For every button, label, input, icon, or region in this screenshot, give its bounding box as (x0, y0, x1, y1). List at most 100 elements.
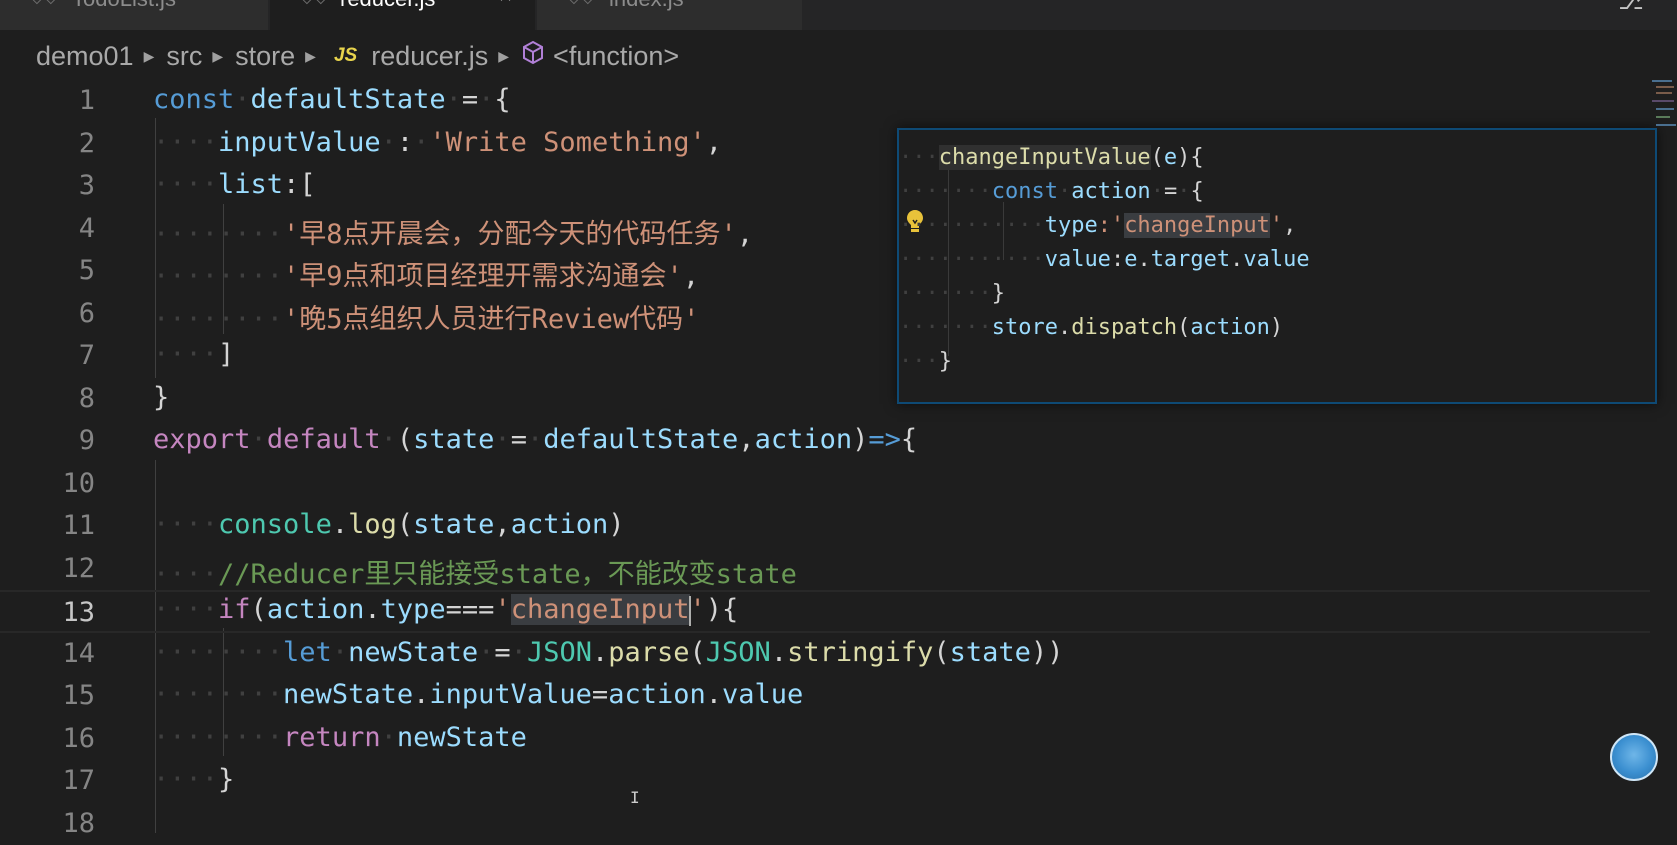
code-token: } (992, 281, 1005, 306)
code-token: stringify (787, 637, 933, 668)
code-token: newState (348, 637, 478, 668)
breadcrumb-folder-demo01[interactable]: demo01 (36, 41, 134, 72)
code-token: defaultState (543, 424, 738, 455)
breadcrumb-file[interactable]: reducer.js (371, 41, 488, 72)
code-token: { (1190, 179, 1203, 204)
code-token: action (267, 594, 365, 625)
tab-index[interactable]: ◇◇ index.js (537, 0, 802, 30)
code-token: => (868, 424, 901, 455)
code-token: :[ (283, 169, 316, 200)
minimap[interactable] (1650, 78, 1677, 138)
code-token: } (218, 764, 234, 795)
assistant-orb-icon[interactable] (1610, 733, 1658, 781)
close-icon[interactable]: ✕ (498, 0, 513, 7)
breadcrumb-folder-src[interactable]: src (166, 41, 202, 72)
code-token: state (950, 637, 1031, 668)
code-token: . (771, 637, 787, 668)
code-token: ( (397, 509, 413, 540)
js-file-icon: ◇◇ (30, 0, 58, 7)
code-token: :' (1098, 213, 1125, 238)
line-number: 5 (0, 255, 95, 286)
code-token: const (992, 179, 1058, 204)
code-token: = (462, 84, 478, 115)
cube-icon (521, 40, 545, 73)
code-token: inputValue (429, 679, 592, 710)
code-line: 15 ········newState.inputValue=action.va… (0, 675, 1650, 718)
peek-definition-popup[interactable]: ···changeInputValue(e){ ·······const·act… (897, 128, 1657, 404)
line-number: 2 (0, 128, 95, 159)
chevron-right-icon: ▶ (498, 48, 509, 65)
code-token: = (511, 424, 527, 455)
code-token: . (364, 594, 380, 625)
code-token: ( (1177, 315, 1190, 340)
code-token: action (1071, 179, 1150, 204)
code-token: JSON (527, 637, 592, 668)
peek-code-line: ·······store.dispatch(action) (899, 312, 1649, 346)
code-comment: //Reducer里只能接受state，不能改变state (218, 559, 797, 590)
code-token: = (494, 637, 510, 668)
code-line-current: 13 ····if(action.type==='changeInput'){ (0, 590, 1650, 633)
line-number: 9 (0, 425, 95, 456)
code-token: = (1164, 179, 1177, 204)
code-token: ' (1270, 213, 1283, 238)
code-line: 1 const·defaultState·=·{ (0, 80, 1650, 123)
code-token: 'Write Something' (429, 127, 705, 158)
breadcrumb-folder-store[interactable]: store (235, 41, 295, 72)
code-token: export (153, 424, 251, 455)
code-token: '早8点开晨会，分配今天的代码任务' (283, 219, 737, 250)
code-token: action (511, 509, 609, 540)
code-line: 17 ····} (0, 760, 1650, 803)
code-token: const (153, 84, 234, 115)
code-token: , (494, 509, 510, 540)
word-highlight: changeInput (1124, 213, 1270, 238)
line-number: 13 (0, 597, 95, 628)
code-token: inputValue (218, 127, 381, 158)
code-line: 14 ········let·newState·=·JSON.parse(JSO… (0, 633, 1650, 676)
line-number: 3 (0, 170, 95, 201)
peek-code-line: ·······const·action·=·{ (899, 176, 1649, 210)
source-control-icon[interactable]: ⎇° (1618, 0, 1657, 15)
code-token: target (1151, 247, 1230, 272)
code-token: action (608, 679, 706, 710)
code-token: ) (608, 509, 624, 540)
code-token: ( (690, 637, 706, 668)
code-token: . (332, 509, 348, 540)
word-highlight: changeInput (511, 594, 690, 625)
code-token: . (592, 637, 608, 668)
js-file-icon: JS (334, 45, 357, 67)
breadcrumb-symbol[interactable]: <function> (553, 41, 679, 72)
code-token: , (683, 261, 699, 292)
code-token: ){ (706, 594, 739, 625)
code-token: ' (690, 594, 706, 625)
code-token: . (1137, 247, 1150, 272)
line-number: 17 (0, 765, 95, 796)
code-token: store (992, 315, 1058, 340)
code-token: ){ (1177, 145, 1204, 170)
code-token: , (737, 219, 753, 250)
breadcrumb: demo01 ▶ src ▶ store ▶ JS reducer.js ▶ <… (36, 38, 679, 74)
code-token: if (218, 594, 251, 625)
code-token: === (446, 594, 495, 625)
code-token: value (722, 679, 803, 710)
code-token: . (1230, 247, 1243, 272)
tab-label: TodoList.js (72, 0, 176, 12)
line-number: 4 (0, 213, 95, 244)
code-token: ( (251, 594, 267, 625)
code-token: JSON (706, 637, 771, 668)
line-number: 6 (0, 298, 95, 329)
code-token: ( (397, 424, 413, 455)
peek-code-line: ···········type:'changeInput', (899, 210, 1649, 244)
line-number: 15 (0, 680, 95, 711)
code-line: 9 export·default·(state·=·defaultState,a… (0, 420, 1650, 463)
tab-todolist[interactable]: ◇◇ TodoList.js (0, 0, 268, 30)
line-number: 16 (0, 723, 95, 754)
code-token: state (413, 424, 494, 455)
line-number: 11 (0, 510, 95, 541)
code-token: newState (283, 679, 413, 710)
code-token: state (413, 509, 494, 540)
code-token: )) (1031, 637, 1064, 668)
tab-bar: ◇◇ TodoList.js ◇◇ reducer.js ✕ ◇◇ index.… (0, 0, 1677, 30)
code-line: 10 (0, 463, 1650, 506)
tab-reducer[interactable]: ◇◇ reducer.js ✕ (270, 0, 535, 30)
code-token: type (381, 594, 446, 625)
